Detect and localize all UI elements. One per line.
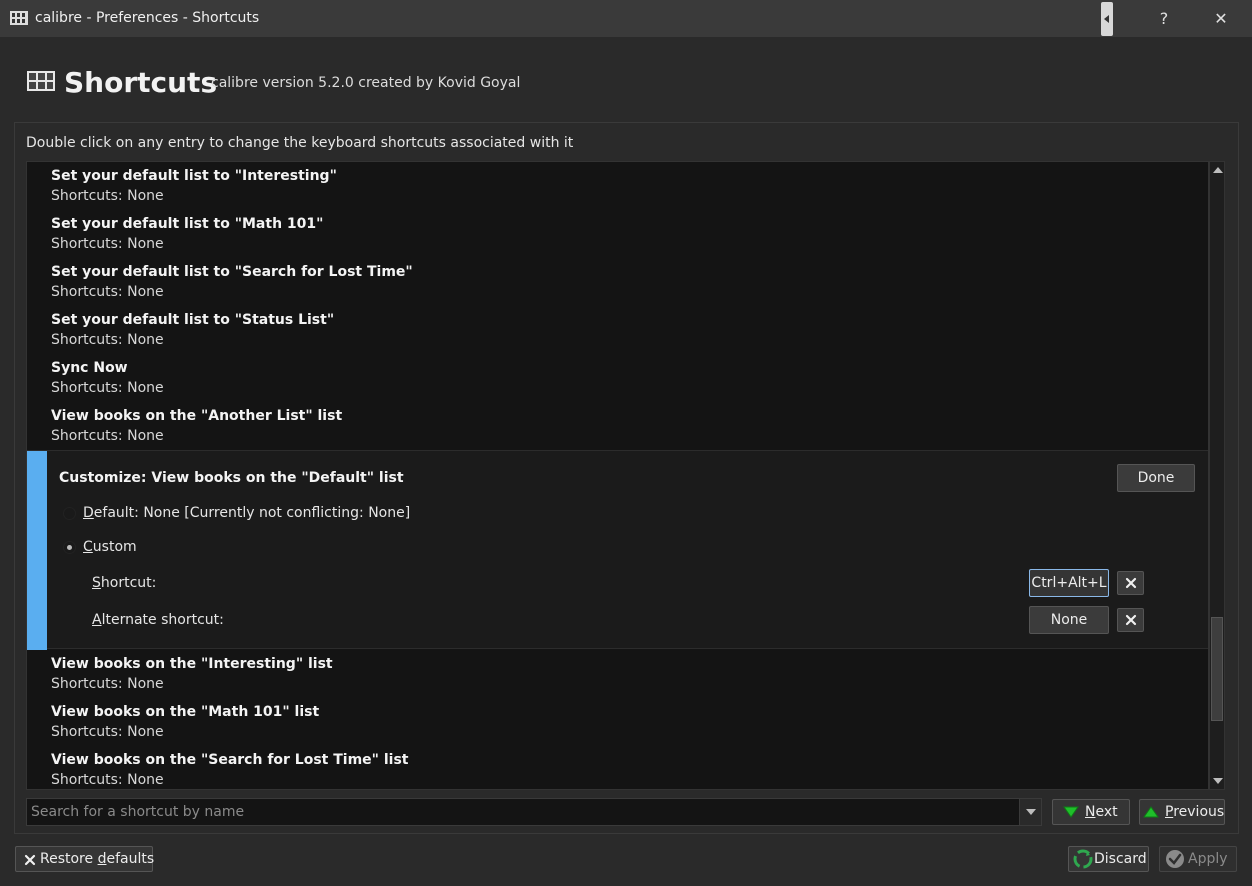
custom-mnemonic: C [83, 539, 93, 555]
previous-button[interactable]: Previous [1139, 799, 1225, 825]
previous-label-text: revious [1173, 804, 1225, 820]
discard-label: Discard [1094, 851, 1147, 867]
alternate-mnemonic: A [92, 612, 102, 628]
help-button[interactable]: ? [1141, 0, 1187, 38]
entry-title: View books on the "Math 101" list [51, 704, 320, 720]
list-item[interactable]: View books on the "Search for Lost Time"… [51, 750, 409, 789]
alternate-shortcut-capture-button[interactable]: None [1029, 606, 1109, 634]
discard-button[interactable]: Discard [1068, 846, 1149, 872]
editor-title: Customize: View books on the "Default" l… [59, 470, 404, 486]
search-history-dropdown-icon[interactable] [1019, 799, 1041, 825]
default-option-label[interactable]: Default: None [Currently not conflicting… [83, 505, 410, 521]
version-info: calibre version 5.2.0 created by Kovid G… [211, 75, 521, 91]
entry-title: View books on the "Interesting" list [51, 656, 333, 672]
entry-shortcuts: Shortcuts: None [51, 676, 164, 692]
list-item[interactable]: View books on the "Math 101" list Shortc… [51, 702, 319, 750]
shortcut-mnemonic: S [92, 575, 101, 591]
apply-button[interactable]: Apply [1159, 846, 1237, 872]
arrow-down-icon [1063, 806, 1079, 818]
entry-shortcuts: Shortcuts: None [51, 284, 164, 300]
custom-option-text: ustom [92, 539, 137, 555]
entry-title: Set your default list to "Math 101" [51, 216, 324, 232]
next-label: Next [1085, 800, 1118, 824]
title-bar: calibre - Preferences - Shortcuts ? ✕ [0, 0, 1252, 38]
close-button[interactable]: ✕ [1198, 0, 1244, 38]
page-title: Shortcuts [64, 66, 218, 99]
apply-label: Apply [1188, 851, 1228, 867]
recycle-icon [1073, 849, 1093, 869]
entry-shortcuts: Shortcuts: None [51, 380, 164, 396]
restore-text: Restore [40, 851, 98, 867]
list-item[interactable]: Set your default list to "Math 101" Shor… [51, 214, 323, 262]
entry-shortcuts: Shortcuts: None [51, 236, 164, 252]
entry-title: Set your default list to "Status List" [51, 312, 335, 328]
clear-alternate-shortcut-button[interactable] [1117, 608, 1144, 632]
next-label-text: ext [1095, 804, 1118, 820]
scroll-up-icon[interactable] [1213, 167, 1223, 173]
previous-label: Previous [1165, 800, 1224, 824]
clear-shortcut-button[interactable] [1117, 571, 1144, 595]
list-item[interactable]: Set your default list to "Search for Los… [51, 262, 413, 310]
scroll-down-icon[interactable] [1213, 778, 1223, 784]
shortcuts-list[interactable]: Set your default list to "Interesting" S… [26, 161, 1209, 790]
calibre-app-icon [10, 11, 28, 25]
selection-accent-bar [27, 451, 47, 650]
entry-shortcuts: Shortcuts: None [51, 428, 164, 444]
entry-shortcuts: Shortcuts: None [51, 332, 164, 348]
shortcut-capture-button[interactable]: Ctrl+Alt+L [1029, 569, 1109, 597]
custom-option-label[interactable]: Custom [83, 539, 137, 555]
scrollbar-thumb[interactable] [1211, 617, 1223, 721]
alternate-label-text: lternate shortcut: [101, 612, 224, 628]
list-item[interactable]: Set your default list to "Status List" S… [51, 310, 334, 358]
entry-title: View books on the "Another List" list [51, 408, 343, 424]
window-title: calibre - Preferences - Shortcuts [35, 10, 260, 26]
arrow-up-icon [1143, 806, 1159, 818]
clear-icon [1125, 577, 1137, 589]
default-mnemonic: D [83, 505, 94, 521]
shortcut-search-box[interactable] [26, 798, 1042, 826]
list-scrollbar[interactable] [1209, 161, 1225, 790]
clear-icon [1125, 614, 1137, 626]
list-item[interactable]: Sync Now Shortcuts: None [51, 358, 164, 406]
alternate-shortcut-label: Alternate shortcut: [92, 612, 224, 628]
checkmark-icon [1166, 850, 1184, 868]
instructions-text: Double click on any entry to change the … [26, 135, 574, 151]
done-button[interactable]: Done [1117, 464, 1195, 492]
list-item[interactable]: View books on the "Another List" list Sh… [51, 406, 342, 454]
restore-text-rest: efaults [106, 851, 155, 867]
list-item[interactable]: Set your default list to "Interesting" S… [51, 166, 337, 214]
next-button[interactable]: Next [1052, 799, 1130, 825]
entry-shortcuts: Shortcuts: None [51, 188, 164, 204]
restore-defaults-label: Restore defaults [40, 847, 154, 871]
clear-icon [24, 854, 36, 866]
default-option-text: efault: None [Currently not conflicting:… [93, 505, 411, 521]
entry-title: Sync Now [51, 360, 128, 376]
custom-radio[interactable] [63, 541, 76, 554]
search-input[interactable] [27, 799, 1017, 825]
entry-shortcuts: Shortcuts: None [51, 724, 164, 740]
shortcut-label: Shortcut: [92, 575, 156, 591]
collapse-handle[interactable] [1101, 2, 1113, 36]
list-item[interactable]: View books on the "Interesting" list Sho… [51, 654, 333, 702]
restore-defaults-button[interactable]: Restore defaults [15, 846, 154, 872]
shortcut-label-text: hortcut: [100, 575, 157, 591]
entry-title: View books on the "Search for Lost Time"… [51, 752, 409, 768]
default-radio[interactable] [63, 507, 76, 520]
entry-title: Set your default list to "Interesting" [51, 168, 337, 184]
entry-shortcuts: Shortcuts: None [51, 772, 164, 788]
previous-mnemonic: P [1165, 804, 1174, 820]
shortcuts-keyboard-icon [27, 71, 55, 91]
entry-title: Set your default list to "Search for Los… [51, 264, 413, 280]
next-mnemonic: N [1085, 804, 1096, 820]
shortcut-editor: Customize: View books on the "Default" l… [27, 450, 1208, 650]
